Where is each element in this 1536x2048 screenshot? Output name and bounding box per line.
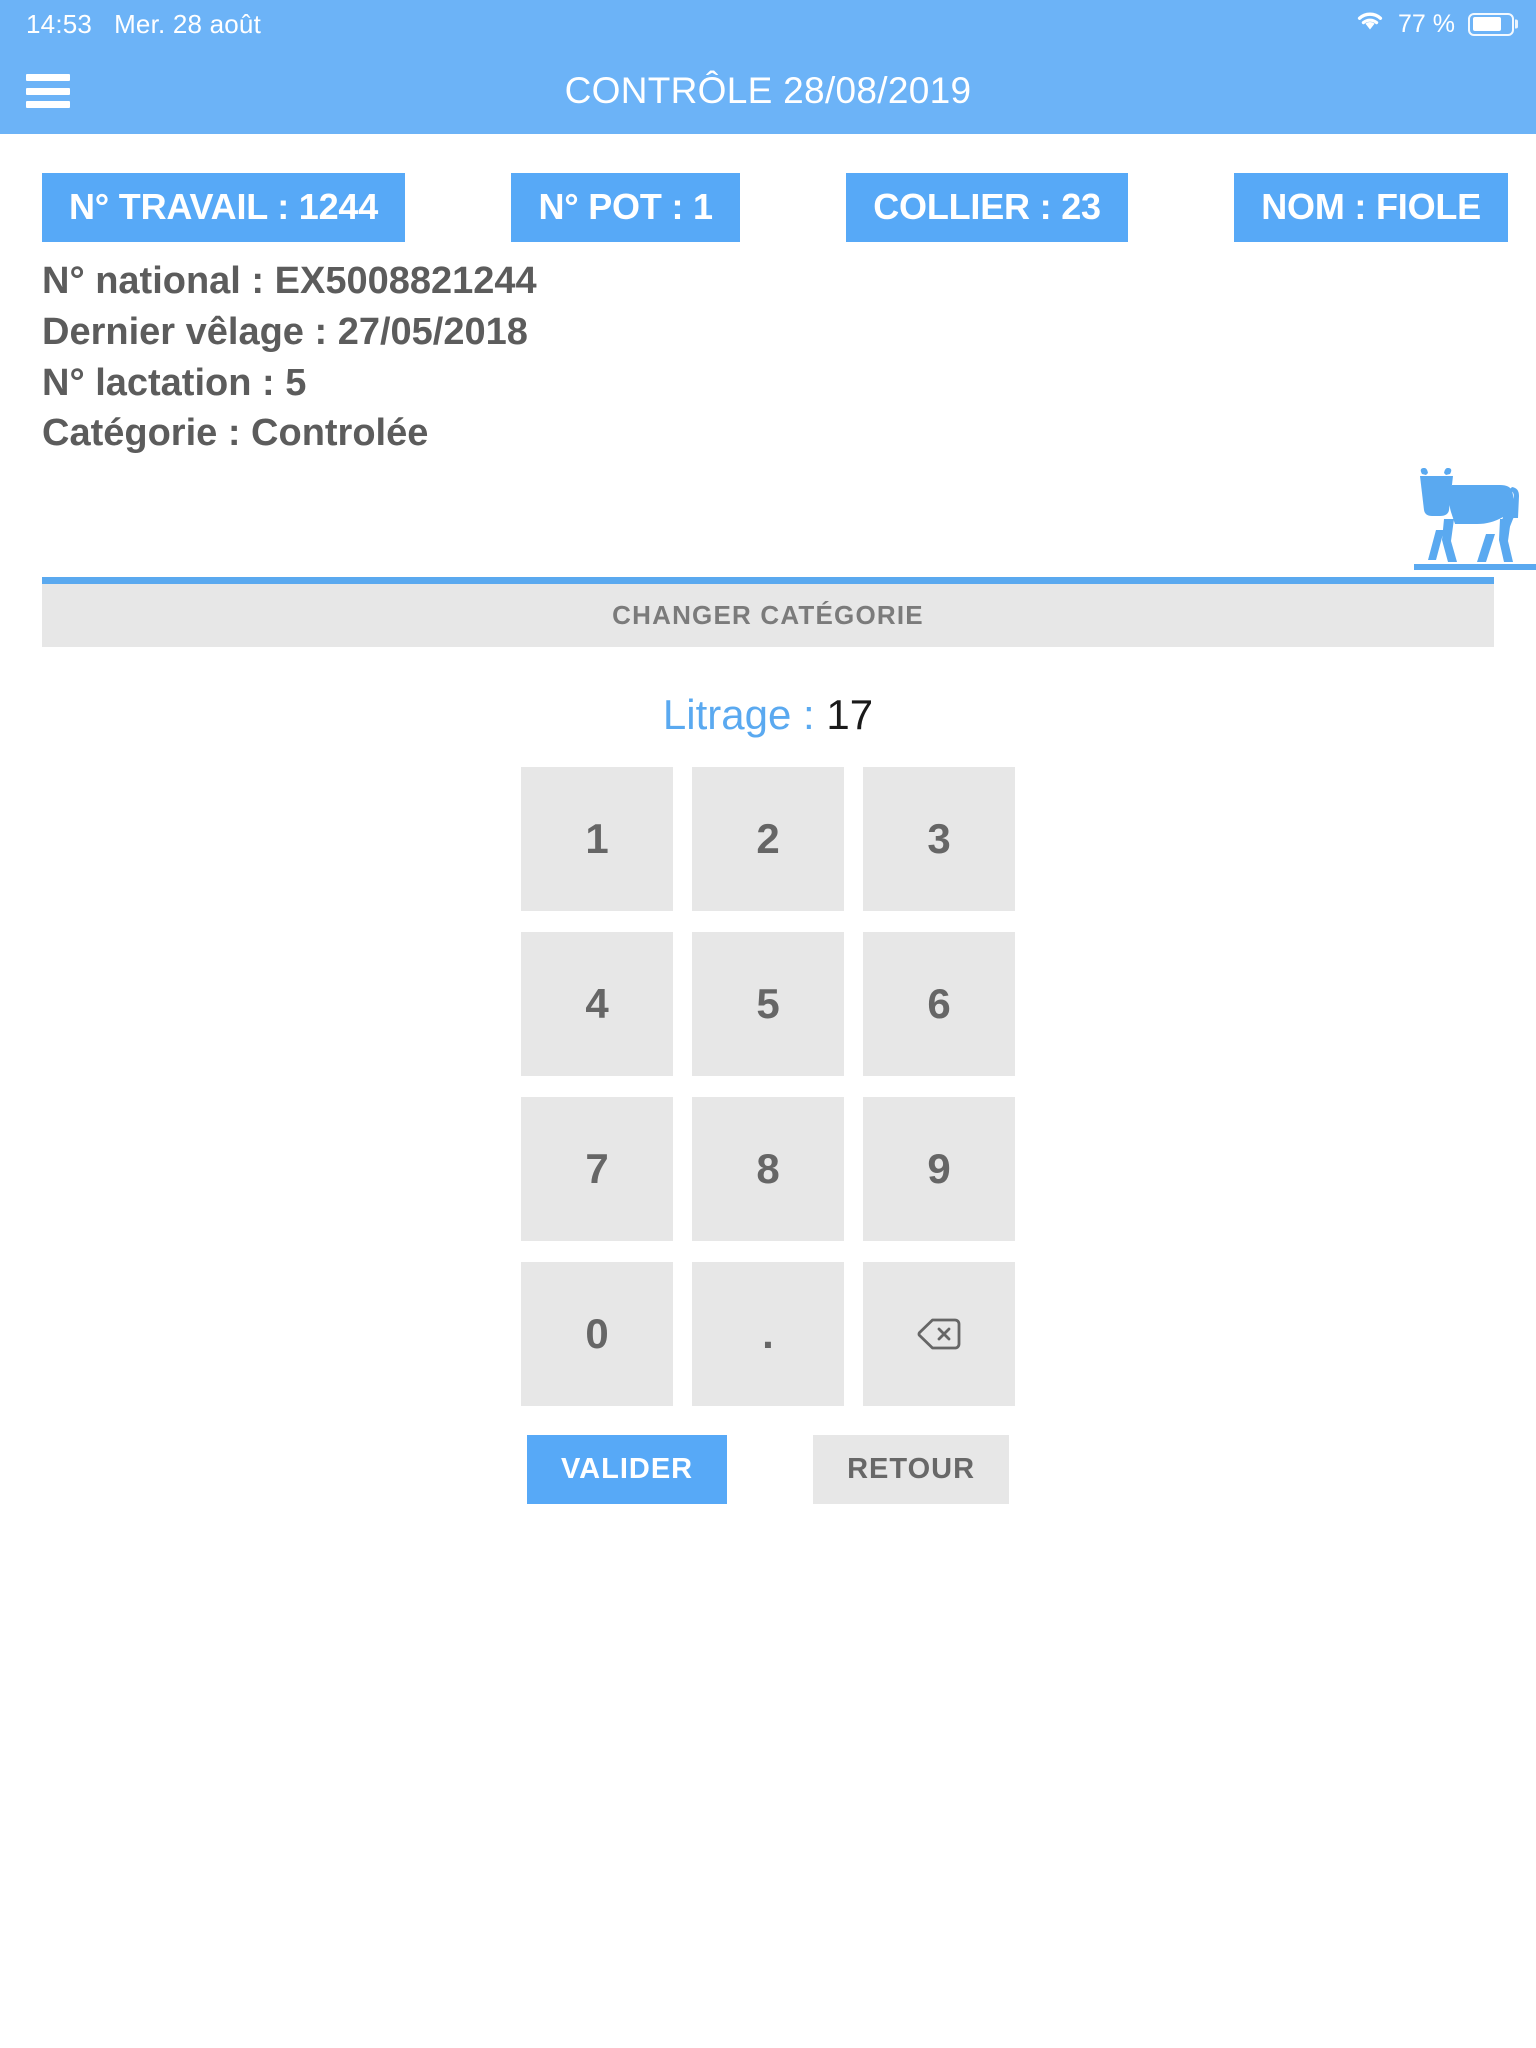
key-5[interactable]: 5 [692, 931, 844, 1076]
key-2[interactable]: 2 [692, 766, 844, 911]
changer-categorie-label: CHANGER CATÉGORIE [612, 599, 924, 630]
chip-numero-pot[interactable]: N° POT : 1 [511, 173, 740, 243]
cow-icon [1414, 467, 1536, 577]
status-bar-right: 77 % [1355, 9, 1514, 39]
status-date: Mer. 28 août [114, 8, 262, 39]
litrage-display: Litrage : 17 [0, 691, 1536, 739]
status-bar: 14:53 Mer. 28 août 77 % [0, 0, 1536, 48]
detail-numero-lactation: N° lactation : 5 [42, 361, 307, 404]
chip-numero-travail[interactable]: N° TRAVAIL : 1244 [42, 173, 406, 243]
key-3[interactable]: 3 [863, 766, 1015, 911]
key-9[interactable]: 9 [863, 1096, 1015, 1241]
page-title: CONTRÔLE 28/08/2019 [564, 70, 972, 111]
litrage-value: 17 [826, 690, 874, 738]
changer-categorie-button[interactable]: CHANGER CATÉGORIE [42, 583, 1494, 647]
retour-button[interactable]: RETOUR [813, 1434, 1010, 1504]
key-6[interactable]: 6 [863, 931, 1015, 1076]
status-time: 14:53 [26, 8, 93, 39]
key-backspace[interactable] [863, 1261, 1015, 1406]
section-divider [42, 576, 1494, 584]
key-4[interactable]: 4 [521, 931, 673, 1076]
chip-collier[interactable]: COLLIER : 23 [846, 173, 1128, 243]
valider-button[interactable]: VALIDER [526, 1434, 728, 1504]
battery-percent-label: 77 % [1398, 9, 1455, 38]
animal-summary-chips: N° TRAVAIL : 1244 N° POT : 1 COLLIER : 2… [0, 134, 1536, 243]
status-bar-left: 14:53 Mer. 28 août [26, 9, 261, 40]
key-7[interactable]: 7 [521, 1096, 673, 1241]
backspace-icon [917, 1317, 961, 1351]
battery-icon [1468, 12, 1514, 36]
detail-categorie: Catégorie : Controlée [42, 412, 429, 455]
hamburger-bar [26, 101, 70, 108]
key-8[interactable]: 8 [692, 1096, 844, 1241]
key-0[interactable]: 0 [521, 1261, 673, 1406]
litrage-label: Litrage : [662, 690, 827, 738]
app-bar: CONTRÔLE 28/08/2019 [0, 48, 1536, 134]
battery-fill [1472, 17, 1501, 31]
key-decimal[interactable]: . [692, 1261, 844, 1406]
cow-illustration-area [0, 459, 1536, 577]
wifi-icon [1355, 9, 1385, 39]
action-buttons: VALIDER RETOUR [0, 1434, 1536, 1504]
chip-nom[interactable]: NOM : FIOLE [1234, 173, 1508, 243]
hamburger-bar [26, 87, 70, 95]
hamburger-bar [26, 74, 70, 81]
hamburger-menu-icon[interactable] [26, 74, 70, 108]
numeric-keypad: 1 2 3 4 5 6 7 8 9 0 . [519, 766, 1018, 1406]
animal-details: N° national : EX5008821244 Dernier vêlag… [0, 242, 1536, 458]
detail-numero-national: N° national : EX5008821244 [42, 260, 537, 303]
key-1[interactable]: 1 [521, 766, 673, 911]
detail-dernier-velage: Dernier vêlage : 27/05/2018 [42, 310, 528, 353]
